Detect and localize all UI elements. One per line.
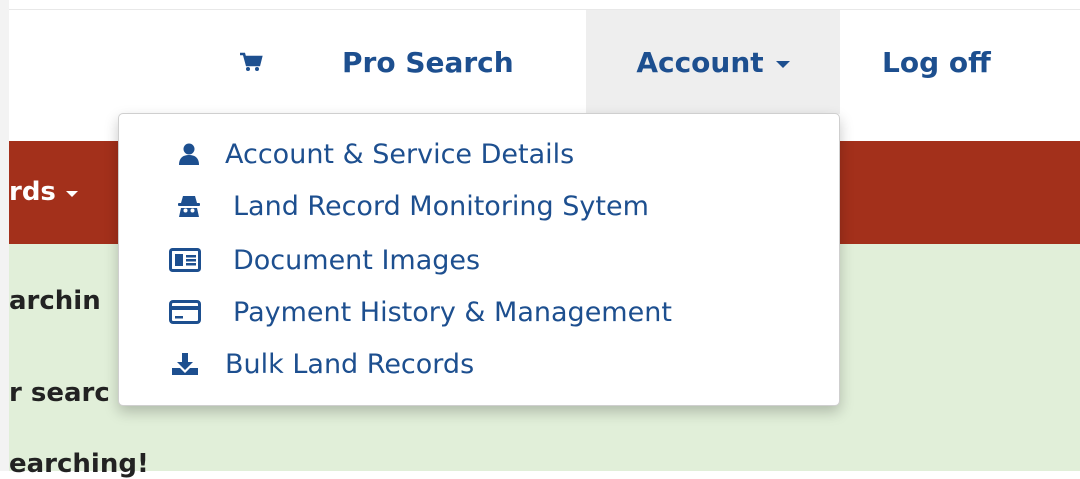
records-menu-label: rds — [9, 177, 56, 207]
pro-search-link[interactable]: Pro Search — [342, 10, 514, 114]
content-text-line: r searc — [9, 378, 110, 408]
caret-down-icon — [775, 60, 790, 68]
menu-item-payment-history[interactable]: Payment History & Management — [119, 286, 839, 338]
shopping-cart-icon — [240, 52, 263, 71]
account-dropdown-menu: Account & Service Details Land Record Mo… — [118, 113, 840, 406]
user-icon — [171, 140, 207, 168]
menu-item-label: Account & Service Details — [225, 138, 575, 170]
log-off-link[interactable]: Log off — [882, 10, 991, 114]
records-menu-toggle[interactable]: rds — [9, 177, 78, 207]
download-icon — [167, 350, 203, 378]
cart-link[interactable] — [231, 10, 271, 114]
menu-item-label: Land Record Monitoring Sytem — [233, 190, 649, 222]
caret-down-icon — [65, 191, 78, 197]
menu-item-label: Bulk Land Records — [225, 348, 475, 380]
content-text-line: archin — [9, 286, 101, 316]
pro-search-label: Pro Search — [342, 45, 514, 79]
menu-item-bulk-land-records[interactable]: Bulk Land Records — [119, 338, 839, 390]
spy-icon — [171, 192, 207, 220]
left-edge-strip — [0, 0, 9, 471]
menu-item-label: Payment History & Management — [233, 296, 672, 328]
credit-card-icon — [167, 298, 203, 326]
menu-item-land-record-monitoring[interactable]: Land Record Monitoring Sytem — [119, 180, 839, 232]
account-dropdown-toggle[interactable]: Account — [586, 10, 840, 114]
top-navigation-bar: Pro Search Account Log off — [9, 9, 1080, 114]
content-text-line: earching! — [9, 449, 149, 479]
log-off-label: Log off — [882, 45, 991, 79]
menu-item-label: Document Images — [233, 244, 481, 276]
account-label: Account — [636, 45, 764, 79]
menu-item-document-images[interactable]: Document Images — [119, 234, 839, 286]
id-card-icon — [167, 246, 203, 274]
menu-item-account-service-details[interactable]: Account & Service Details — [119, 128, 839, 180]
